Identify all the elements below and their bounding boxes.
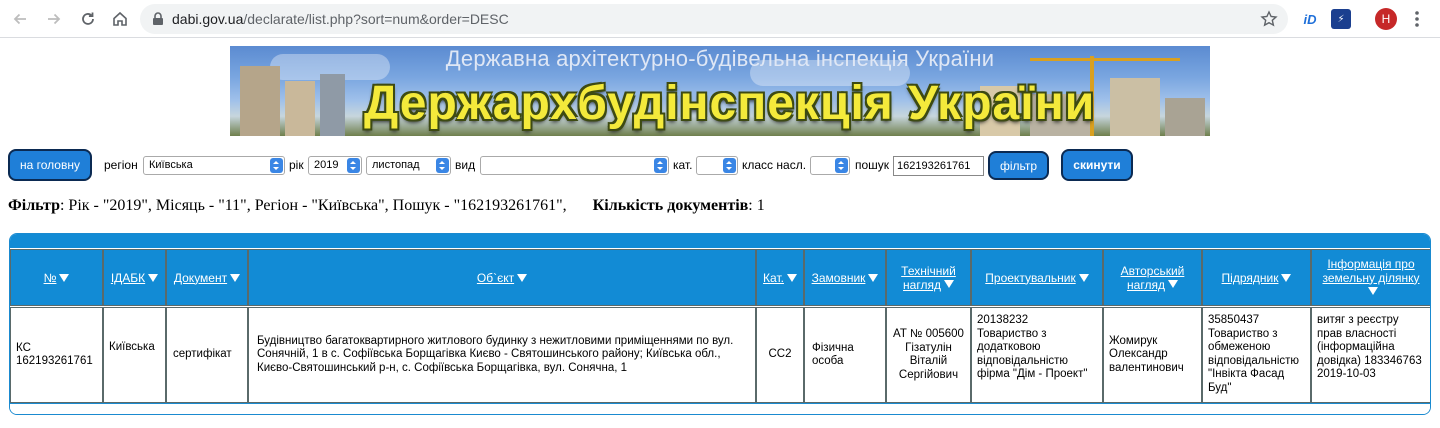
sort-desc-icon[interactable] (1167, 279, 1178, 288)
banner-title: Держархбудінспекція України (364, 77, 1096, 130)
filter-button[interactable]: фільтр (988, 151, 1049, 180)
table-top-bar (10, 234, 1430, 248)
cell-idabk: Київська (103, 307, 166, 403)
header-num[interactable]: № (10, 249, 103, 306)
profile-avatar[interactable]: H (1375, 8, 1397, 30)
chevron-updown-icon (436, 158, 449, 173)
cell-author: Жомирук Олександр валентинович (1103, 307, 1202, 403)
site-banner: Державна архітектурно-будівельна інспекц… (230, 46, 1210, 136)
forward-icon[interactable] (42, 7, 66, 31)
cell-object: Будівництво багатоквартирного житлового … (248, 307, 756, 403)
type-label: вид (455, 158, 476, 172)
bookmark-star-icon[interactable] (1260, 10, 1278, 28)
region-select[interactable]: Київська (143, 156, 285, 175)
region-label: регіон (104, 158, 138, 172)
back-icon[interactable] (8, 7, 32, 31)
sort-desc-icon[interactable] (59, 273, 70, 282)
cell-land: витяг з реєстру прав власності (інформац… (1311, 307, 1430, 403)
sort-desc-icon[interactable] (943, 279, 954, 288)
search-label: пошук (855, 158, 890, 172)
cell-customer: Фізична особа (804, 307, 886, 403)
results-table: № ІДАБК Документ Об`єкт Кат. Замовник Те… (9, 233, 1431, 415)
chevron-updown-icon (654, 158, 667, 173)
class-select[interactable] (810, 156, 850, 175)
sort-desc-icon[interactable] (230, 273, 241, 282)
menu-dots-icon[interactable] (1413, 9, 1421, 29)
cell-contractor: 35850437 Товариство з обмеженою відповід… (1202, 307, 1311, 403)
address-bar[interactable]: dabi.gov.ua/declarate/list.php?sort=num&… (140, 4, 1288, 34)
sort-desc-icon[interactable] (1078, 273, 1089, 282)
chevron-updown-icon (270, 158, 283, 173)
category-select[interactable] (696, 156, 738, 175)
home-icon[interactable] (108, 7, 132, 31)
header-author[interactable]: Авторський нагляд (1103, 249, 1202, 306)
sort-desc-icon[interactable] (1281, 273, 1292, 282)
cell-num: КС 162193261761 (10, 307, 103, 403)
category-label: кат. (673, 158, 693, 172)
month-select[interactable]: листопад (366, 156, 451, 175)
chevron-updown-icon (347, 158, 360, 173)
cell-cat: СС2 (756, 307, 804, 403)
url-text: dabi.gov.ua/declarate/list.php?sort=num&… (172, 11, 509, 27)
cell-tech: АТ № 005600 Гізатулін Віталій Сергійович (886, 307, 971, 403)
reset-button[interactable]: скинути (1061, 149, 1133, 181)
reload-icon[interactable] (76, 7, 100, 31)
header-idabk[interactable]: ІДАБК (103, 249, 166, 306)
sort-desc-icon[interactable] (148, 273, 159, 282)
cell-designer: 20138232 Товариство з додатковою відпові… (971, 307, 1103, 403)
class-label: класс насл. (742, 158, 807, 172)
extension-id-icon[interactable]: iD (1300, 9, 1320, 29)
sort-desc-icon[interactable] (868, 273, 879, 282)
header-customer[interactable]: Замовник (804, 249, 886, 306)
banner-subtitle: Державна архітектурно-будівельна інспекц… (445, 46, 995, 71)
header-contractor[interactable]: Підрядник (1202, 249, 1311, 306)
header-object[interactable]: Об`єкт (248, 249, 756, 306)
chevron-updown-icon (723, 158, 736, 173)
header-doc[interactable]: Документ (166, 249, 248, 306)
type-select[interactable] (480, 156, 669, 175)
header-land[interactable]: Інформація про земельну ділянку (1311, 249, 1430, 306)
header-designer[interactable]: Проектувальник (971, 249, 1103, 306)
browser-toolbar: dabi.gov.ua/declarate/list.php?sort=num&… (0, 0, 1440, 38)
lock-icon (153, 12, 163, 25)
cell-doc: сертифікат (166, 307, 248, 403)
header-tech[interactable]: Технічний нагляд (886, 249, 971, 306)
filter-summary: Фільтр: Рік - "2019", Місяць - "11", Рег… (8, 197, 765, 214)
header-cat[interactable]: Кат. (756, 249, 804, 306)
sort-desc-icon[interactable] (517, 273, 528, 282)
search-input[interactable]: 162193261761 (893, 156, 984, 176)
home-button[interactable]: на головну (8, 149, 92, 181)
sort-desc-icon[interactable] (1367, 286, 1378, 295)
table-bottom-bar (10, 403, 1430, 414)
sort-desc-icon[interactable] (786, 273, 797, 282)
year-select[interactable]: 2019 (308, 156, 362, 175)
extension-icon[interactable]: ⚡ (1331, 9, 1351, 29)
year-label: рік (289, 158, 304, 172)
chevron-updown-icon (835, 158, 848, 173)
